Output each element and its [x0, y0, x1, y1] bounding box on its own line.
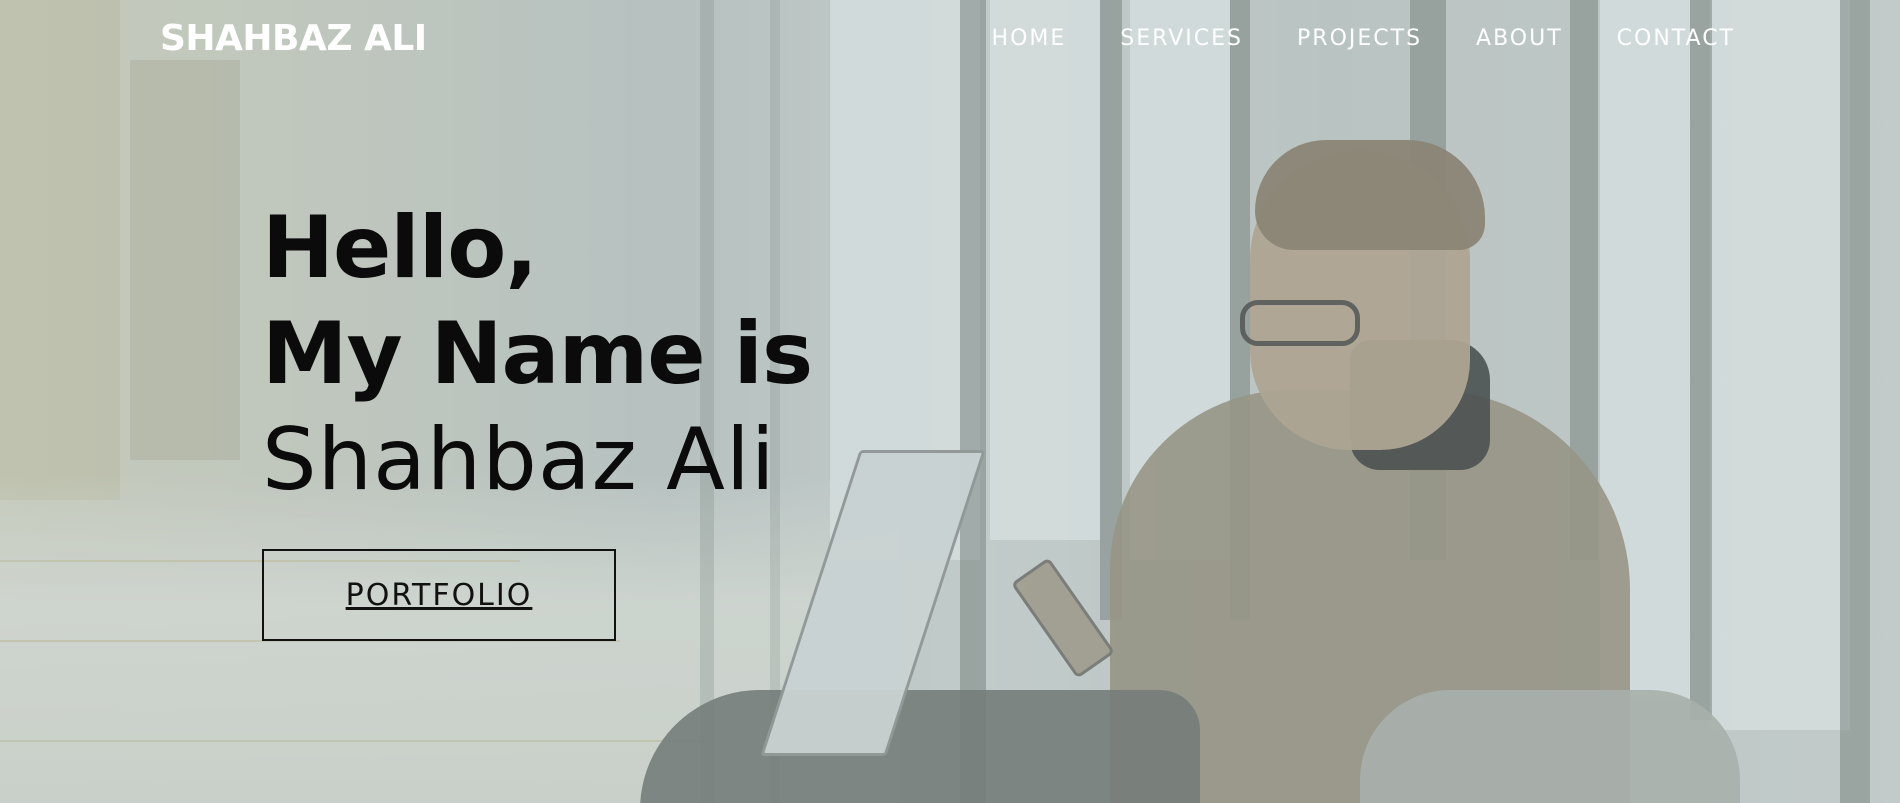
brand-logo[interactable]: SHAHBAZ ALI [160, 18, 427, 59]
nav-link-projects[interactable]: PROJECTS [1297, 26, 1422, 51]
nav-link-home[interactable]: HOME [992, 26, 1067, 51]
nav-link-about[interactable]: ABOUT [1476, 26, 1563, 51]
hero-heading: Hello, My Name is Shahbaz Ali [262, 195, 813, 513]
hero-greeting: Hello, [262, 198, 538, 298]
nav-link-services[interactable]: SERVICES [1120, 26, 1243, 51]
hero-section: SHAHBAZ ALI HOME SERVICES PROJECTS ABOUT… [0, 0, 1900, 803]
nav-item-contact: CONTACT [1617, 26, 1735, 51]
nav-link-contact[interactable]: CONTACT [1617, 26, 1735, 51]
nav-item-home: HOME [992, 26, 1067, 51]
hero-name: Shahbaz Ali [262, 410, 776, 510]
nav-item-services: SERVICES [1120, 26, 1243, 51]
hero-intro: My Name is [262, 304, 813, 404]
portfolio-button[interactable]: PORTFOLIO [262, 549, 616, 641]
nav-item-about: ABOUT [1476, 26, 1563, 51]
navbar: SHAHBAZ ALI HOME SERVICES PROJECTS ABOUT… [0, 0, 1900, 80]
nav-menu: HOME SERVICES PROJECTS ABOUT CONTACT [992, 26, 1735, 51]
nav-item-projects: PROJECTS [1297, 26, 1422, 51]
